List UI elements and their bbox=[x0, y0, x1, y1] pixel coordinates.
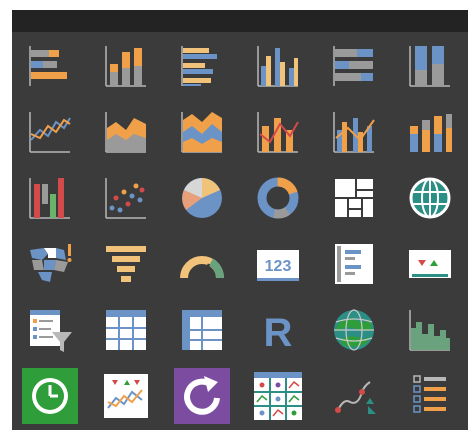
refresh-icon[interactable] bbox=[174, 368, 230, 424]
area-chart-icon[interactable] bbox=[98, 104, 154, 160]
clustered-bar-chart-icon[interactable] bbox=[174, 38, 230, 94]
pie-chart-icon[interactable] bbox=[174, 170, 230, 226]
map-globe-icon[interactable] bbox=[402, 170, 458, 226]
scatter-chart-icon[interactable] bbox=[98, 170, 154, 226]
clock-icon[interactable] bbox=[22, 368, 78, 424]
funnel-chart-icon[interactable] bbox=[98, 236, 154, 292]
card-number-label: 123 bbox=[265, 258, 292, 275]
filled-map-icon[interactable] bbox=[22, 236, 78, 292]
visualizations-pane: 123 R bbox=[12, 10, 468, 430]
clustered-column-chart-icon[interactable] bbox=[250, 38, 306, 94]
flow-path-icon[interactable] bbox=[326, 368, 382, 424]
gauge-icon[interactable] bbox=[174, 236, 230, 292]
key-influencers-list-icon[interactable] bbox=[402, 368, 458, 424]
100-percent-stacked-column-icon[interactable] bbox=[402, 38, 458, 94]
slicer-icon[interactable] bbox=[22, 302, 78, 358]
treemap-icon[interactable] bbox=[326, 170, 382, 226]
visual-type-grid: 123 R bbox=[22, 38, 468, 430]
histogram-area-icon[interactable] bbox=[402, 302, 458, 358]
table-visual-icon[interactable] bbox=[98, 302, 154, 358]
ribbon-chart-icon[interactable] bbox=[402, 104, 458, 160]
matrix-visual-icon[interactable] bbox=[174, 302, 230, 358]
stacked-area-chart-icon[interactable] bbox=[174, 104, 230, 160]
line-and-stacked-column-icon[interactable] bbox=[250, 104, 306, 160]
pane-header-bar bbox=[12, 10, 468, 32]
line-and-clustered-column-icon[interactable] bbox=[326, 104, 382, 160]
kpi-visual-icon[interactable] bbox=[402, 236, 458, 292]
donut-chart-icon[interactable] bbox=[250, 170, 306, 226]
waterfall-chart-icon[interactable] bbox=[22, 170, 78, 226]
line-chart-icon[interactable] bbox=[22, 104, 78, 160]
r-script-visual-icon[interactable]: R bbox=[250, 302, 306, 358]
stacked-column-chart-icon[interactable] bbox=[98, 38, 154, 94]
r-visual-label: R bbox=[264, 311, 293, 355]
100-percent-stacked-bar-icon[interactable] bbox=[326, 38, 382, 94]
stacked-bar-chart-icon[interactable] bbox=[22, 38, 78, 94]
small-multiples-grid-icon[interactable] bbox=[250, 368, 306, 424]
card-visual-icon[interactable]: 123 bbox=[250, 236, 306, 292]
kpi-line-chart-icon[interactable] bbox=[98, 368, 154, 424]
multi-row-card-icon[interactable] bbox=[326, 236, 382, 292]
arcgis-map-icon[interactable] bbox=[326, 302, 382, 358]
